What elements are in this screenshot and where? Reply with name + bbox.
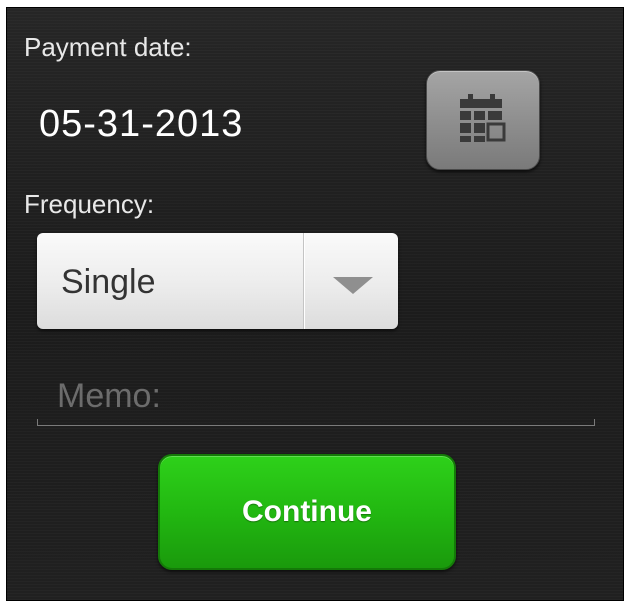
memo-input[interactable] <box>57 373 577 419</box>
triangle-down-icon <box>333 277 373 294</box>
payment-form-screen: Payment date: 05-31-2013 Frequency: Sing… <box>6 7 624 601</box>
memo-field-container <box>37 363 597 433</box>
frequency-dropdown[interactable]: Single <box>37 233 398 329</box>
memo-underline-tick-left <box>37 419 38 426</box>
memo-underline <box>37 425 595 426</box>
calendar-icon <box>457 93 509 148</box>
payment-date-value[interactable]: 05-31-2013 <box>39 103 243 146</box>
frequency-label: Frequency: <box>24 189 155 219</box>
frequency-selected-value: Single <box>61 263 156 301</box>
continue-button[interactable]: Continue <box>158 454 456 570</box>
dropdown-divider <box>303 233 304 329</box>
calendar-button[interactable] <box>426 70 540 170</box>
payment-date-label: Payment date: <box>24 32 192 62</box>
memo-underline-tick-right <box>594 419 595 426</box>
